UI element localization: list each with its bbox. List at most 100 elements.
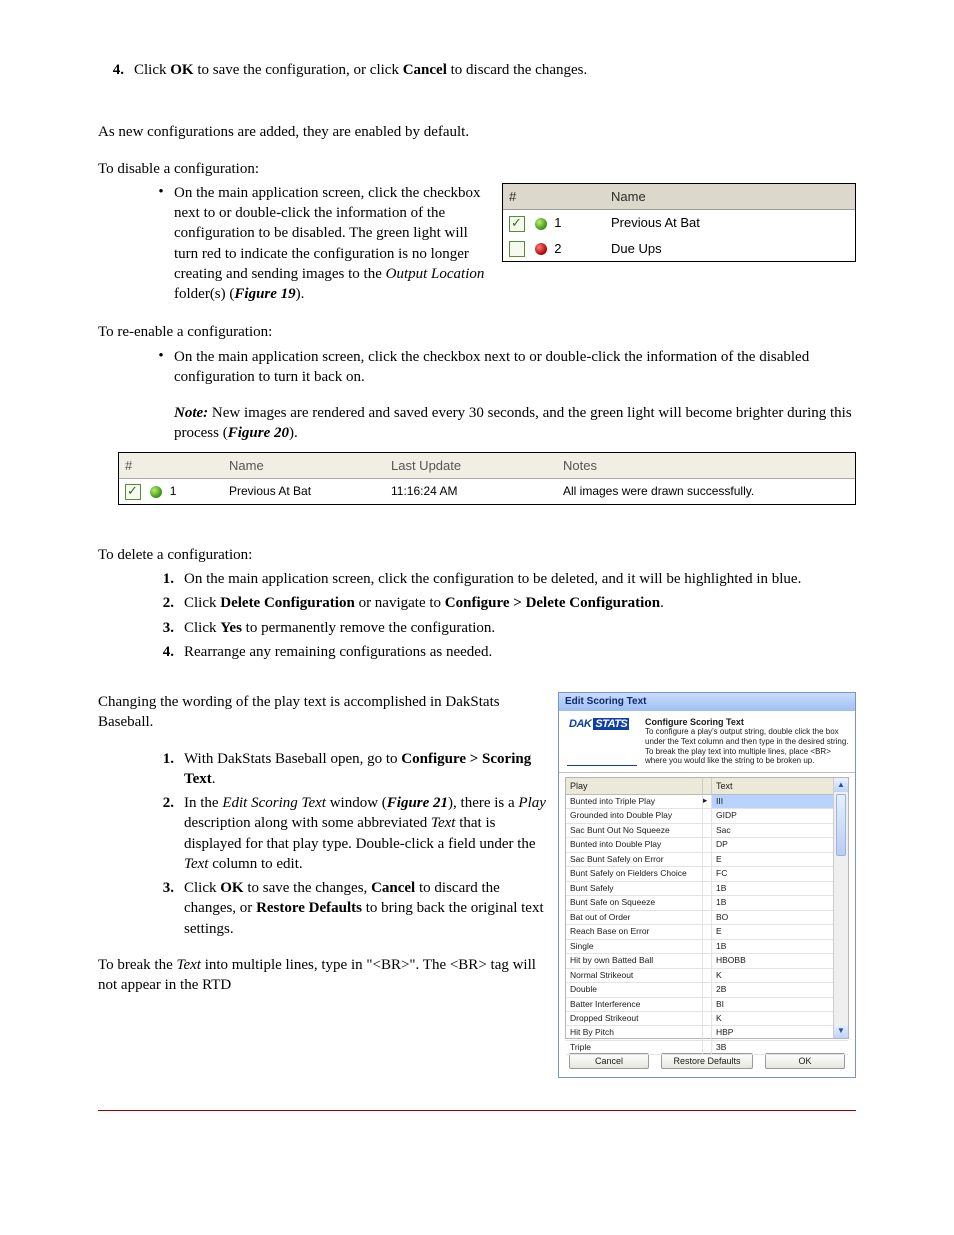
step-number: 1. [148,569,184,589]
step-number: 4. [148,642,184,662]
column-header-number: # [119,453,223,479]
grid-cell-play[interactable]: Dropped Strikeout [566,1012,702,1026]
step-number: 3. [148,618,184,638]
grid-cell-play[interactable]: Bunt Safely [566,882,702,896]
row-indicator [702,896,712,910]
grid-cell-play[interactable]: Reach Base on Error [566,925,702,939]
grid-cell-text[interactable]: DP [712,838,848,852]
dialog-title: Edit Scoring Text [559,693,855,711]
step-text: Click OK to save the configuration, or c… [134,60,856,80]
row-indicator [702,998,712,1012]
column-header-name: Name [605,184,855,210]
row-notes: All images were drawn successfully. [557,479,855,504]
step-number: 2. [148,793,184,874]
scrollbar[interactable]: ▲ ▼ [833,778,848,1038]
grid-cell-text[interactable]: 1B [712,940,848,954]
row-indicator [702,983,712,997]
step-number: 3. [148,878,184,939]
grid-cell-play[interactable]: Bat out of Order [566,911,702,925]
figure-21-dialog: Edit Scoring Text DAKSTATS Configure Sco… [558,692,856,1078]
scoring-text-grid[interactable]: Play Text Bunted into Triple Play▸IIIGro… [565,777,849,1039]
config-row[interactable]: 1 Previous At Bat [503,210,855,236]
step-text: Click Delete Configuration or navigate t… [184,593,856,613]
scroll-up-icon[interactable]: ▲ [834,778,848,792]
grid-cell-play[interactable]: Bunt Safely on Fielders Choice [566,867,702,881]
grid-cell-text[interactable]: BI [712,998,848,1012]
grid-cell-text[interactable]: III [712,795,848,809]
column-header-text: Text [712,778,848,795]
body-text: As new configurations are added, they ar… [98,122,856,142]
grid-cell-text[interactable]: FC [712,867,848,881]
row-indicator [702,853,712,867]
grid-cell-text[interactable]: HBP [712,1026,848,1040]
grid-cell-play[interactable]: Triple [566,1041,702,1055]
row-last-update: 11:16:24 AM [385,479,557,504]
grid-cell-play[interactable]: Normal Strikeout [566,969,702,983]
row-indicator [702,1041,712,1055]
config-row[interactable]: 2 Due Ups [503,236,855,262]
grid-cell-text[interactable]: GIDP [712,809,848,823]
scroll-thumb[interactable] [836,794,846,856]
grid-cell-play[interactable]: Hit by own Batted Ball [566,954,702,968]
step-text: Rearrange any remaining configurations a… [184,642,856,662]
step-text: On the main application screen, click th… [184,569,856,589]
grid-cell-play[interactable]: Double [566,983,702,997]
row-indicator [702,925,712,939]
dialog-instructions: Configure Scoring Text To configure a pl… [645,717,849,766]
config-row[interactable]: 1 Previous At Bat 11:16:24 AM All images… [119,479,855,504]
row-indicator [702,940,712,954]
step-number: 4. [98,60,134,80]
checkbox-icon[interactable] [125,484,141,500]
grid-cell-play[interactable]: Grounded into Double Play [566,809,702,823]
grid-cell-text[interactable]: E [712,853,848,867]
step-number: 2. [148,593,184,613]
column-header-play: Play [566,778,702,795]
step-text: With DakStats Baseball open, go to Confi… [184,749,546,790]
dakstats-logo: DAKSTATS [567,717,637,766]
grid-cell-play[interactable]: Sac Bunt Safely on Error [566,853,702,867]
column-header-notes: Notes [557,453,855,479]
row-indicator [702,969,712,983]
row-indicator [702,809,712,823]
grid-cell-text[interactable]: BO [712,911,848,925]
row-indicator [702,838,712,852]
body-text: To delete a configuration: [98,545,856,565]
column-divider [702,778,712,795]
row-indicator [702,911,712,925]
column-header-number: # [503,184,605,210]
status-led-icon [150,486,162,498]
bullet-icon: • [148,183,174,305]
checkbox-icon[interactable] [509,241,525,257]
row-name: Previous At Bat [223,479,385,504]
row-name: Due Ups [605,236,855,262]
grid-cell-text[interactable]: HBOBB [712,954,848,968]
grid-cell-text[interactable]: K [712,969,848,983]
grid-cell-text[interactable]: E [712,925,848,939]
grid-cell-play[interactable]: Sac Bunt Out No Squeeze [566,824,702,838]
note-text: Note: New images are rendered and saved … [174,403,856,444]
bullet-text: On the main application screen, click th… [174,347,856,388]
grid-cell-text[interactable]: 3B [712,1041,848,1055]
grid-cell-text[interactable]: 1B [712,882,848,896]
page-divider [98,1110,856,1111]
row-number: 2 [554,241,561,256]
grid-cell-text[interactable]: K [712,1012,848,1026]
grid-cell-play[interactable]: Single [566,940,702,954]
grid-cell-play[interactable]: Hit By Pitch [566,1026,702,1040]
status-led-icon [535,218,547,230]
checkbox-icon[interactable] [509,216,525,232]
step-text: In the Edit Scoring Text window (Figure … [184,793,546,874]
figure-20: # Name Last Update Notes 1 Previous At B… [118,452,856,505]
grid-cell-play[interactable]: Batter Interference [566,998,702,1012]
grid-cell-play[interactable]: Bunted into Triple Play [566,795,702,809]
scroll-down-icon[interactable]: ▼ [834,1024,848,1038]
body-text: To re-enable a configuration: [98,322,856,342]
grid-cell-text[interactable]: 2B [712,983,848,997]
row-indicator [702,1012,712,1026]
grid-cell-text[interactable]: 1B [712,896,848,910]
grid-cell-text[interactable]: Sac [712,824,848,838]
grid-cell-play[interactable]: Bunt Safe on Squeeze [566,896,702,910]
grid-cell-play[interactable]: Bunted into Double Play [566,838,702,852]
step-text: Click Yes to permanently remove the conf… [184,618,856,638]
column-header-name: Name [223,453,385,479]
